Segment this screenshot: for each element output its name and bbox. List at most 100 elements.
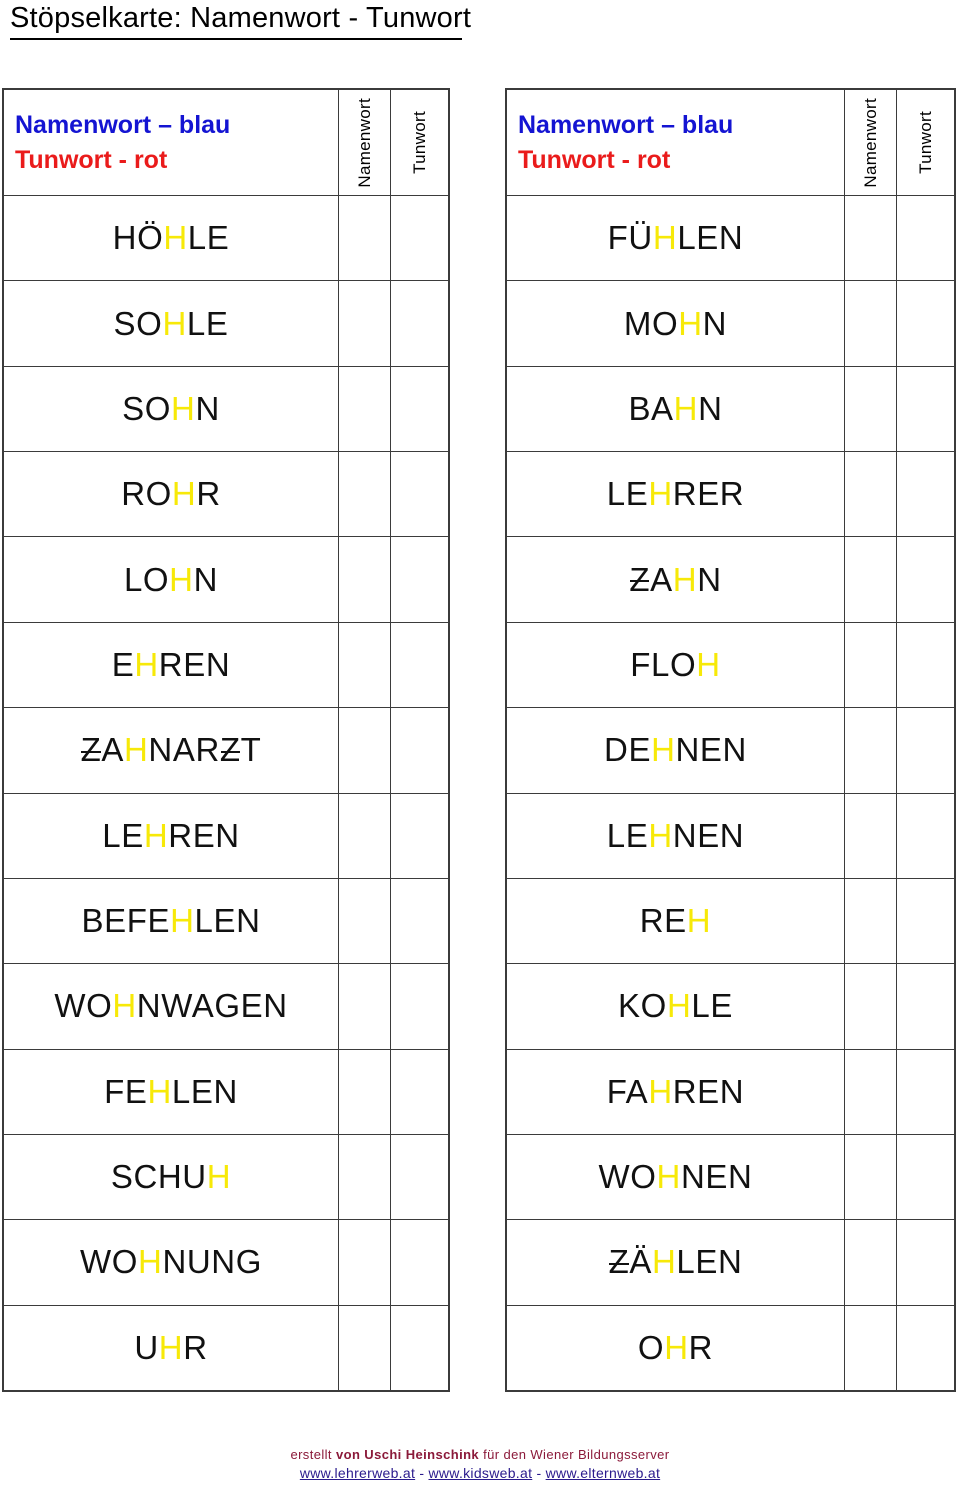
plug-slot-tunwort[interactable] [390, 964, 448, 1049]
word-cell: LEHRER [507, 452, 844, 536]
plug-slot-tunwort[interactable] [390, 1134, 448, 1220]
plug-slot-tunwort[interactable] [390, 622, 448, 708]
plug-slot-namenwort[interactable] [844, 281, 896, 366]
stoepselkarte-right: Namenwort – blau Tunwort - rot Namenwort… [505, 88, 956, 1392]
word-text: LEHREN [102, 816, 240, 854]
column-header-tunwort-text: Tunwort [915, 111, 935, 174]
plug-slot-tunwort[interactable] [896, 793, 954, 878]
plug-slot-namenwort[interactable] [338, 452, 390, 537]
plug-slot-tunwort[interactable] [390, 1049, 448, 1134]
word-cell: KOHLE [507, 964, 844, 1048]
word-text: SCHUH [110, 1158, 232, 1196]
word-cell: BEFEHLEN [4, 879, 338, 963]
link-separator-1: - [415, 1465, 429, 1481]
plug-slot-tunwort[interactable] [896, 281, 954, 366]
plug-slot-namenwort[interactable] [844, 366, 896, 452]
word-cell: EHREN [4, 623, 338, 707]
footer-credit-after: für den Wiener Bildungsserver [479, 1447, 670, 1462]
plug-slot-tunwort[interactable] [390, 452, 448, 537]
plug-slot-namenwort[interactable] [338, 281, 390, 366]
plug-slot-namenwort[interactable] [844, 1134, 896, 1220]
word-text: EHREN [111, 645, 231, 683]
plug-slot-namenwort[interactable] [338, 964, 390, 1049]
plug-slot-namenwort[interactable] [844, 537, 896, 622]
link-lehrerweb[interactable]: www.lehrerweb.at [300, 1465, 415, 1481]
word-cell: ZÄHLEN [507, 1220, 844, 1304]
plug-slot-tunwort[interactable] [896, 452, 954, 537]
word-row: SOHN [4, 366, 448, 453]
plug-slot-namenwort[interactable] [338, 708, 390, 793]
legend-noun-label: Namenwort – blau [518, 111, 734, 139]
word-text: WOHNWAGEN [54, 987, 288, 1025]
plug-slot-namenwort[interactable] [338, 1134, 390, 1220]
plug-slot-tunwort[interactable] [896, 1049, 954, 1134]
legend-verb-label: Tunwort - rot [518, 145, 671, 174]
word-text: UHR [134, 1328, 208, 1366]
word-text: REH [639, 902, 712, 940]
word-list-right: FÜHLEN MOHN BAHN LEHRER ZAHN FLOH DEHNEN LEHNEN… [507, 196, 954, 1391]
plug-slot-tunwort[interactable] [390, 1305, 448, 1391]
plug-slot-tunwort[interactable] [390, 537, 448, 622]
plug-slot-tunwort[interactable] [390, 708, 448, 793]
word-cell: HÖHLE [4, 196, 338, 280]
plug-slot-namenwort[interactable] [844, 1220, 896, 1305]
plug-slot-tunwort[interactable] [896, 622, 954, 708]
column-header-namenwort-left: Namenwort [338, 90, 390, 195]
word-text: WOHNUNG [79, 1243, 263, 1281]
plug-slot-namenwort[interactable] [338, 537, 390, 622]
plug-slot-namenwort[interactable] [338, 793, 390, 878]
plug-slot-tunwort[interactable] [390, 366, 448, 452]
word-text: LEHNEN [606, 816, 745, 854]
plug-slot-namenwort[interactable] [844, 878, 896, 964]
word-cell: BAHN [507, 367, 844, 451]
plug-slot-tunwort[interactable] [896, 196, 954, 281]
link-kidsweb[interactable]: www.kidsweb.at [428, 1465, 532, 1481]
word-row: ROHR [4, 452, 448, 538]
plug-slot-namenwort[interactable] [844, 964, 896, 1049]
plug-slot-namenwort[interactable] [844, 452, 896, 537]
word-row: EHREN [4, 622, 448, 709]
plug-slot-tunwort[interactable] [896, 1220, 954, 1305]
column-header-tunwort-text: Tunwort [409, 111, 429, 174]
word-row: LEHRER [507, 452, 954, 538]
word-text: FÜHLEN [607, 219, 744, 257]
word-cell: SCHUH [4, 1135, 338, 1219]
plug-slot-namenwort[interactable] [844, 1305, 896, 1391]
plug-slot-namenwort[interactable] [338, 622, 390, 708]
plug-slot-tunwort[interactable] [896, 1305, 954, 1391]
plug-slot-tunwort[interactable] [896, 878, 954, 964]
column-header-namenwort-text: Namenwort [860, 97, 880, 188]
plug-slot-namenwort[interactable] [338, 196, 390, 281]
word-row: HÖHLE [4, 196, 448, 282]
word-text: OHR [637, 1328, 714, 1366]
plug-slot-namenwort[interactable] [844, 622, 896, 708]
word-text: FLOH [630, 645, 721, 683]
word-text: DEHNEN [604, 731, 747, 769]
plug-slot-tunwort[interactable] [896, 366, 954, 452]
plug-slot-tunwort[interactable] [390, 196, 448, 281]
word-cell: WOHNEN [507, 1135, 844, 1219]
column-header-namenwort-text: Namenwort [354, 97, 374, 188]
plug-slot-namenwort[interactable] [844, 793, 896, 878]
plug-slot-namenwort[interactable] [844, 708, 896, 793]
plug-slot-namenwort[interactable] [338, 1305, 390, 1391]
plug-slot-namenwort[interactable] [338, 366, 390, 452]
plug-slot-tunwort[interactable] [390, 1220, 448, 1305]
card-header-right: Namenwort – blau Tunwort - rot Namenwort… [507, 90, 954, 196]
plug-slot-tunwort[interactable] [390, 793, 448, 878]
plug-slot-tunwort[interactable] [896, 708, 954, 793]
link-elternweb[interactable]: www.elternweb.at [546, 1465, 661, 1481]
plug-slot-tunwort[interactable] [390, 281, 448, 366]
plug-slot-namenwort[interactable] [844, 196, 896, 281]
plug-slot-namenwort[interactable] [338, 878, 390, 964]
word-row: MOHN [507, 281, 954, 367]
word-row: FLOH [507, 622, 954, 709]
plug-slot-tunwort[interactable] [896, 537, 954, 622]
word-row: ZÄHLEN [507, 1220, 954, 1306]
plug-slot-namenwort[interactable] [844, 1049, 896, 1134]
plug-slot-tunwort[interactable] [896, 1134, 954, 1220]
plug-slot-tunwort[interactable] [896, 964, 954, 1049]
plug-slot-namenwort[interactable] [338, 1049, 390, 1134]
plug-slot-namenwort[interactable] [338, 1220, 390, 1305]
plug-slot-tunwort[interactable] [390, 878, 448, 964]
